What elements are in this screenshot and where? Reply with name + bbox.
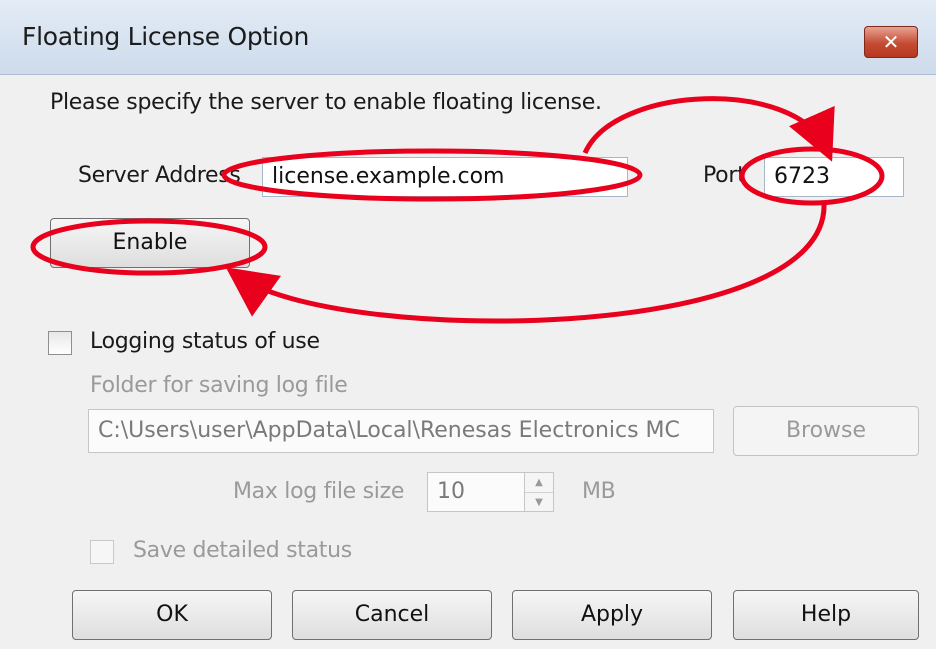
browse-button[interactable]: Browse [733,406,919,456]
apply-button[interactable]: Apply [512,590,712,640]
title-bar: Floating License Option ✕ [0,0,936,75]
window-title: Floating License Option [22,22,310,51]
max-log-size-label: Max log file size [233,479,405,504]
enable-button[interactable]: Enable [50,218,250,268]
max-log-size-input[interactable]: 10 [427,472,525,512]
close-icon: ✕ [882,30,900,54]
arrow-address-to-port [582,96,835,162]
spin-down-icon[interactable]: ▼ [525,493,553,512]
port-label: Port [703,163,746,188]
logging-checkbox[interactable] [48,331,72,355]
save-detailed-label: Save detailed status [133,538,352,563]
server-address-label: Server Address [78,163,241,188]
ok-button[interactable]: OK [72,590,272,640]
server-address-input[interactable]: license.example.com [262,157,628,197]
logging-checkbox-label: Logging status of use [90,329,320,354]
port-input[interactable]: 6723 [764,157,904,197]
help-button[interactable]: Help [733,590,919,640]
log-folder-input[interactable]: C:\Users\user\AppData\Local\Renesas Elec… [88,409,714,453]
arrow-port-to-enable [225,202,827,324]
floating-license-dialog: Floating License Option ✕ Please specify… [0,0,936,649]
spin-up-icon[interactable]: ▲ [525,473,553,493]
close-button[interactable]: ✕ [864,26,918,58]
save-detailed-checkbox[interactable] [90,540,114,564]
instructions-text: Please specify the server to enable floa… [50,90,602,115]
log-folder-label: Folder for saving log file [90,373,348,398]
max-log-size-stepper[interactable]: ▲ ▼ [524,472,554,512]
max-log-size-unit: MB [582,479,616,504]
cancel-button[interactable]: Cancel [292,590,492,640]
